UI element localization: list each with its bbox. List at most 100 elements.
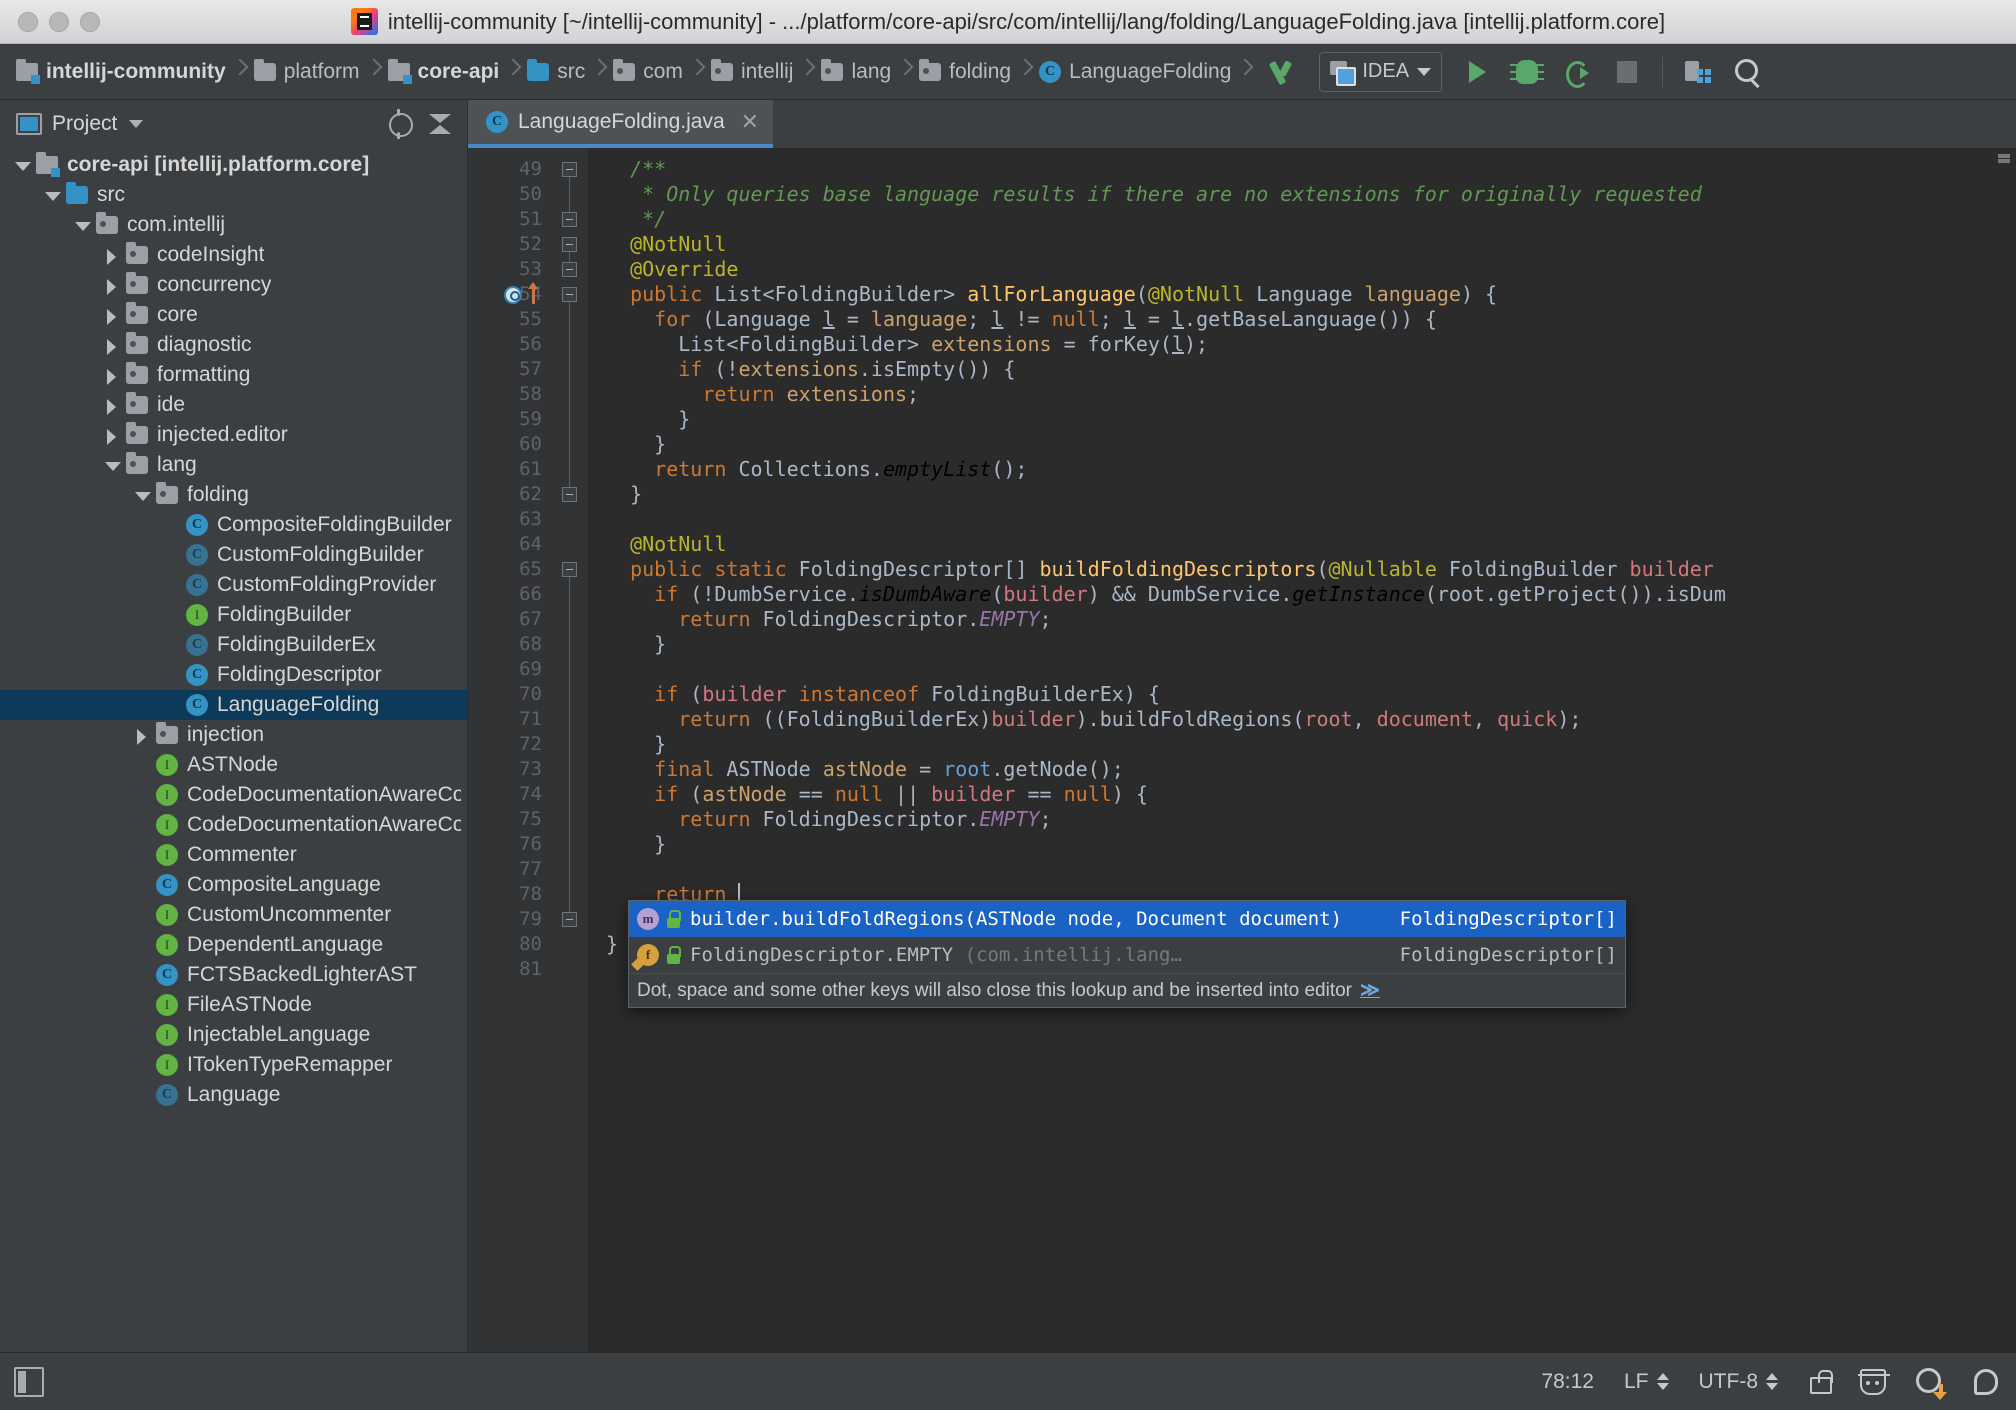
expand-arrow-open-icon[interactable]: [130, 480, 156, 510]
code-folding-column[interactable]: [552, 148, 588, 1352]
fold-collapse-icon[interactable]: [562, 562, 577, 577]
run-button[interactable]: [1454, 50, 1500, 94]
tree-item-lang[interactable]: lang: [0, 450, 467, 480]
breadcrumb-core-api[interactable]: core-api: [380, 52, 506, 92]
expand-arrow-closed-icon[interactable]: [100, 390, 126, 420]
tree-item-codedocumentationawareco[interactable]: I CodeDocumentationAwareCo: [0, 810, 467, 840]
expand-arrow-closed-icon[interactable]: [100, 420, 126, 450]
stop-button[interactable]: [1604, 50, 1650, 94]
code-line[interactable]: return FoldingDescriptor.EMPTY;: [606, 607, 2016, 632]
tree-item-diagnostic[interactable]: diagnostic: [0, 330, 467, 360]
tree-item-core-api-intellij-platform-core[interactable]: core-api [intellij.platform.core]: [0, 150, 467, 180]
code-line[interactable]: public static FoldingDescriptor[] buildF…: [606, 557, 2016, 582]
fold-end-icon[interactable]: [562, 912, 577, 927]
tree-item-foldingbuilder[interactable]: I FoldingBuilder: [0, 600, 467, 630]
tree-item-astnode[interactable]: I ASTNode: [0, 750, 467, 780]
code-completion-popup[interactable]: m builder.buildFoldRegions(ASTNode node,…: [628, 900, 1626, 1008]
code-line[interactable]: [606, 507, 2016, 532]
code-line[interactable]: /**: [606, 157, 2016, 182]
breadcrumb-folding[interactable]: folding: [911, 52, 1017, 92]
tree-item-codedocumentationawareco[interactable]: I CodeDocumentationAwareCo: [0, 780, 467, 810]
code-line[interactable]: @NotNull: [606, 232, 2016, 257]
expand-arrow-closed-icon[interactable]: [100, 270, 126, 300]
tree-item-foldingdescriptor[interactable]: C FoldingDescriptor: [0, 660, 467, 690]
toggle-toolbars-icon[interactable]: [14, 1366, 44, 1397]
tree-item-injectablelanguage[interactable]: I InjectableLanguage: [0, 1020, 467, 1050]
tree-item-compositelanguage[interactable]: C CompositeLanguage: [0, 870, 467, 900]
code-line[interactable]: */: [606, 207, 2016, 232]
code-line[interactable]: [606, 857, 2016, 882]
breadcrumb-intellij[interactable]: intellij: [703, 52, 800, 92]
close-icon[interactable]: ✕: [741, 111, 759, 133]
code-content[interactable]: /** * Only queries base language results…: [588, 148, 2016, 1352]
run-with-coverage-button[interactable]: [1554, 50, 1600, 94]
fold-collapse-icon[interactable]: [562, 237, 577, 252]
completion-hint-more-link[interactable]: ≫: [1360, 979, 1380, 1002]
breadcrumb-platform[interactable]: platform: [246, 52, 366, 92]
notifications-widget[interactable]: [1974, 1368, 1998, 1395]
tree-item-compositefoldingbuilder[interactable]: C CompositeFoldingBuilder: [0, 510, 467, 540]
code-line[interactable]: return extensions;: [606, 382, 2016, 407]
code-line[interactable]: }: [606, 432, 2016, 457]
breadcrumb-intellij-community[interactable]: intellij-community: [8, 52, 232, 92]
breadcrumb-language-folding[interactable]: C LanguageFolding: [1031, 52, 1237, 92]
tree-item-dependentlanguage[interactable]: I DependentLanguage: [0, 930, 467, 960]
fold-end-icon[interactable]: [562, 212, 577, 227]
completion-item[interactable]: m builder.buildFoldRegions(ASTNode node,…: [629, 901, 1625, 937]
tab-language-folding-java[interactable]: C LanguageFolding.java ✕: [468, 100, 774, 148]
expand-arrow-closed-icon[interactable]: [100, 300, 126, 330]
expand-arrow-closed-icon[interactable]: [100, 360, 126, 390]
breadcrumb-src[interactable]: src: [519, 52, 591, 92]
code-line[interactable]: if (!extensions.isEmpty()) {: [606, 357, 2016, 382]
tree-item-commenter[interactable]: I Commenter: [0, 840, 467, 870]
expand-arrow-closed-icon[interactable]: [100, 330, 126, 360]
project-tree[interactable]: core-api [intellij.platform.core] src com.…: [0, 148, 467, 1352]
code-line[interactable]: }: [606, 832, 2016, 857]
close-button[interactable]: [18, 11, 38, 32]
editor-gutter[interactable]: 49 50 51 52 53 54 55 56 57 58 59 60 61 62 63 64 65 66 67 68…: [468, 148, 552, 1352]
tree-item-language[interactable]: C Language: [0, 1080, 467, 1110]
tree-item-core[interactable]: core: [0, 300, 467, 330]
expand-arrow-open-icon[interactable]: [70, 210, 96, 240]
tree-item-foldingbuilderex[interactable]: C FoldingBuilderEx: [0, 630, 467, 660]
tree-item-itokentyperemapper[interactable]: I ITokenTypeRemapper: [0, 1050, 467, 1080]
tree-item-src[interactable]: src: [0, 180, 467, 210]
code-line[interactable]: return FoldingDescriptor.EMPTY;: [606, 807, 2016, 832]
tree-item-formatting[interactable]: formatting: [0, 360, 467, 390]
tree-item-customfoldingbuilder[interactable]: C CustomFoldingBuilder: [0, 540, 467, 570]
project-structure-button[interactable]: [1675, 50, 1721, 94]
line-separator-selector[interactable]: LF: [1624, 1370, 1669, 1394]
code-line[interactable]: @Override: [606, 257, 2016, 282]
zoom-button[interactable]: [80, 11, 100, 32]
fold-end-icon[interactable]: [562, 487, 577, 502]
expand-arrow-open-icon[interactable]: [10, 150, 36, 180]
tree-item-codeinsight[interactable]: codeInsight: [0, 240, 467, 270]
code-line[interactable]: if (astNode == null || builder == null) …: [606, 782, 2016, 807]
code-line[interactable]: }: [606, 407, 2016, 432]
minimize-button[interactable]: [49, 11, 69, 32]
traffic-lights[interactable]: [0, 11, 100, 32]
expand-arrow-closed-icon[interactable]: [100, 240, 126, 270]
code-line[interactable]: List<FoldingBuilder> extensions = forKey…: [606, 332, 2016, 357]
code-line[interactable]: @NotNull: [606, 532, 2016, 557]
chevron-down-icon[interactable]: [129, 120, 144, 128]
tree-item-ide[interactable]: ide: [0, 390, 467, 420]
background-tasks-widget[interactable]: [1916, 1367, 1947, 1400]
code-line[interactable]: if (!DumbService.isDumbAware(builder) &&…: [606, 582, 2016, 607]
tree-item-injected-editor[interactable]: injected.editor: [0, 420, 467, 450]
tree-item-injection[interactable]: injection: [0, 720, 467, 750]
encoding-selector[interactable]: UTF-8: [1699, 1370, 1778, 1394]
run-configuration-selector[interactable]: IDEA: [1319, 51, 1443, 92]
scroll-from-source-icon[interactable]: [385, 109, 415, 139]
code-line[interactable]: final ASTNode astNode = root.getNode();: [606, 757, 2016, 782]
expand-arrow-closed-icon[interactable]: [130, 720, 156, 750]
code-line[interactable]: if (builder instanceof FoldingBuilderEx)…: [606, 682, 2016, 707]
read-only-toggle[interactable]: [1808, 1369, 1833, 1394]
tree-item-customfoldingprovider[interactable]: C CustomFoldingProvider: [0, 570, 467, 600]
completion-item[interactable]: f FoldingDescriptor.EMPTY (com.intellij.…: [629, 937, 1625, 973]
code-line[interactable]: }: [606, 632, 2016, 657]
code-line[interactable]: return Collections.emptyList();: [606, 457, 2016, 482]
code-line[interactable]: }: [606, 732, 2016, 757]
code-line[interactable]: for (Language l = language; l != null; l…: [606, 307, 2016, 332]
collapse-all-icon[interactable]: [425, 109, 455, 139]
